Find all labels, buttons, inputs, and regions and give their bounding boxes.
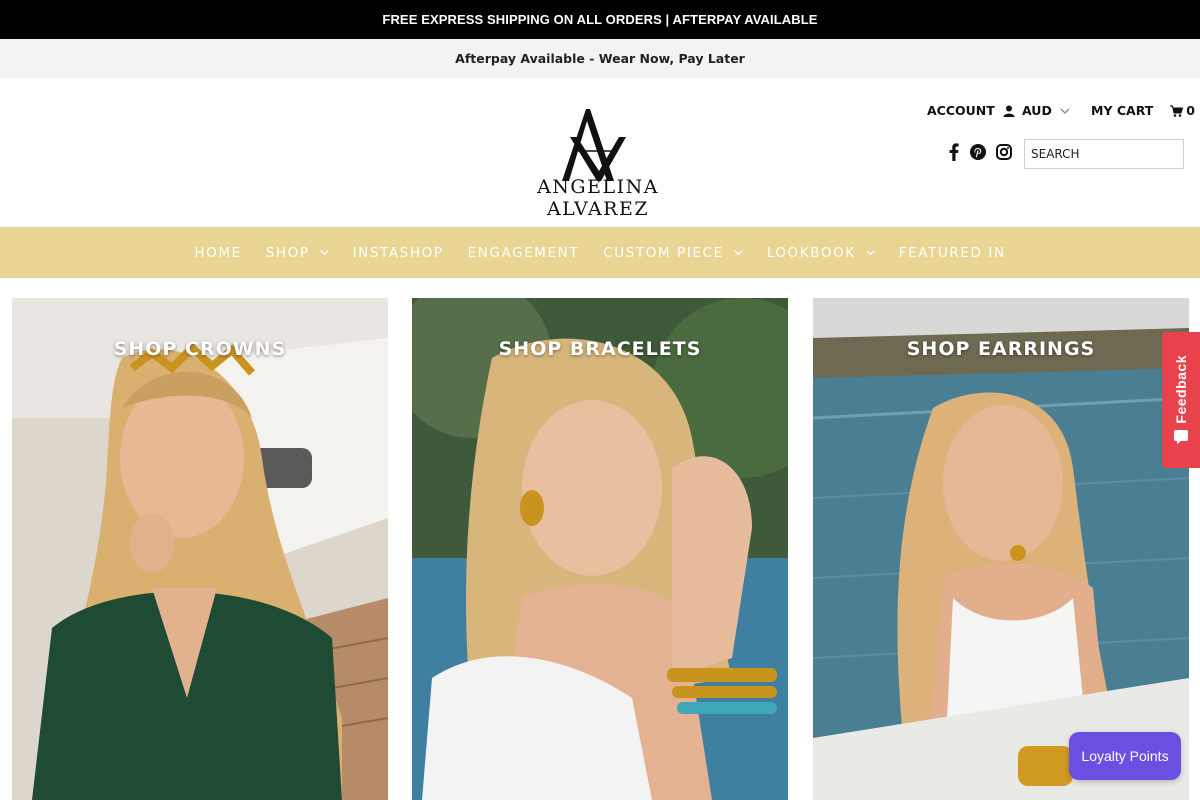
nav-label: LOOKBOOK <box>766 244 856 261</box>
feedback-label: Feedback <box>1173 354 1189 424</box>
instagram-icon[interactable] <box>995 142 1013 162</box>
afterpay-text: Afterpay Available - Wear Now, Pay Later <box>455 51 745 66</box>
search-input[interactable]: SEARCH <box>1024 139 1184 169</box>
facebook-icon[interactable] <box>945 142 963 162</box>
pinterest-icon[interactable] <box>969 142 987 162</box>
tile-shop-earrings[interactable]: SHOP EARRINGS <box>813 298 1189 800</box>
feedback-tab[interactable]: Feedback <box>1162 332 1200 468</box>
currency-value: AUD <box>1022 103 1052 118</box>
nav-label: INSTASHOP <box>352 244 444 261</box>
announcement-text: FREE EXPRESS SHIPPING ON ALL ORDERS | AF… <box>382 12 818 27</box>
earrings-photo <box>813 298 1189 800</box>
afterpay-bar: Afterpay Available - Wear Now, Pay Later <box>0 39 1200 78</box>
main-nav: HOME SHOP INSTASHOP ENGAGEMENT CUSTOM PI… <box>0 227 1200 278</box>
announcement-bar: FREE EXPRESS SHIPPING ON ALL ORDERS | AF… <box>0 0 1200 39</box>
chevron-down-icon <box>866 250 875 256</box>
nav-item-shop[interactable]: SHOP <box>266 245 329 261</box>
loyalty-points-button[interactable]: Loyalty Points <box>1069 732 1181 780</box>
nav-label: SHOP <box>265 244 310 261</box>
nav-label: FEATURED IN <box>898 244 1006 261</box>
nav-label: ENGAGEMENT <box>467 244 580 261</box>
account-link[interactable]: ACCOUNT <box>927 103 1015 118</box>
cart-icon <box>1170 105 1184 117</box>
crowns-photo <box>12 298 388 800</box>
chevron-down-icon <box>1060 108 1070 114</box>
user-icon <box>1003 105 1015 117</box>
nav-item-engagement[interactable]: ENGAGEMENT <box>468 245 580 261</box>
site-header: ANGELINA ALVAREZ ACCOUNT AUD MY CART 0 S… <box>0 78 1200 227</box>
currency-selector[interactable]: AUD <box>1022 103 1070 118</box>
tile-label: SHOP CROWNS <box>113 338 287 360</box>
chevron-down-icon <box>320 250 329 256</box>
logo-text[interactable]: ANGELINA ALVAREZ <box>486 176 710 220</box>
tile-label: SHOP BRACELETS <box>498 338 702 360</box>
nav-item-featured-in[interactable]: FEATURED IN <box>899 245 1006 261</box>
nav-item-instashop[interactable]: INSTASHOP <box>353 245 444 261</box>
chevron-down-icon <box>734 250 743 256</box>
nav-item-custom-piece[interactable]: CUSTOM PIECE <box>603 245 743 261</box>
nav-label: HOME <box>194 244 242 261</box>
bracelets-photo <box>412 298 788 800</box>
cart-label: MY CART <box>1091 103 1154 118</box>
search-placeholder: SEARCH <box>1031 147 1080 161</box>
tile-label: SHOP EARRINGS <box>906 338 1096 360</box>
cart-count: 0 <box>1186 103 1195 118</box>
chat-icon <box>1174 430 1188 445</box>
nav-item-lookbook[interactable]: LOOKBOOK <box>767 245 875 261</box>
loyalty-label: Loyalty Points <box>1081 748 1169 764</box>
nav-item-home[interactable]: HOME <box>194 245 241 261</box>
nav-label: CUSTOM PIECE <box>603 244 724 261</box>
tile-shop-bracelets[interactable]: SHOP BRACELETS <box>412 298 788 800</box>
account-label: ACCOUNT <box>927 103 995 118</box>
tile-shop-crowns[interactable]: SHOP CROWNS <box>12 298 388 800</box>
cart-link[interactable]: MY CART 0 <box>1091 103 1195 118</box>
